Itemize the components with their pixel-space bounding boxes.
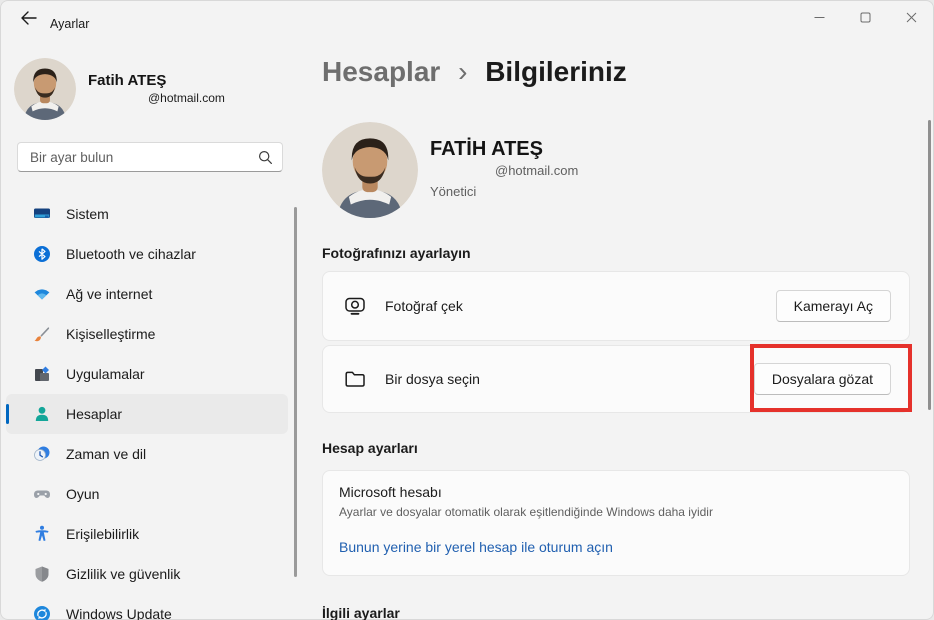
account-section-title: Hesap ayarları	[322, 440, 418, 456]
sidebar-item-label: Bluetooth ve cihazlar	[66, 246, 196, 262]
open-camera-button[interactable]: Kamerayı Aç	[776, 290, 891, 322]
take-photo-row: Fotoğraf çek Kamerayı Aç	[323, 272, 909, 340]
page-title: Bilgileriniz	[485, 56, 627, 87]
microsoft-account-card: Microsoft hesabı Ayarlar ve dosyalar oto…	[322, 470, 910, 576]
time-language-icon	[32, 444, 52, 464]
close-button[interactable]	[888, 0, 934, 34]
sidebar-item-ag-ve-internet[interactable]: Ağ ve internet	[6, 274, 288, 314]
breadcrumb-parent[interactable]: Hesaplar	[322, 56, 440, 87]
take-photo-card: Fotoğraf çek Kamerayı Aç	[322, 271, 910, 341]
profile-email: @hotmail.com	[495, 163, 578, 178]
selection-pill	[6, 404, 9, 424]
breadcrumb: Hesaplar › Bilgileriniz	[322, 56, 627, 88]
accounts-icon	[32, 404, 52, 424]
sidebar-item-label: Windows Update	[66, 606, 172, 620]
sidebar-user-avatar[interactable]	[14, 58, 76, 120]
settings-search	[17, 142, 283, 172]
choose-file-card: Bir dosya seçin Dosyalara gözat	[322, 345, 910, 413]
sidebar-item-oyun[interactable]: Oyun	[6, 474, 288, 514]
choose-file-row: Bir dosya seçin Dosyalara gözat	[323, 346, 909, 412]
sidebar-item-label: Sistem	[66, 206, 109, 222]
gaming-icon	[32, 484, 52, 504]
sidebar-item-bluetooth[interactable]: Bluetooth ve cihazlar	[6, 234, 288, 274]
sidebar-item-label: Kişiselleştirme	[66, 326, 155, 342]
microsoft-account-title: Microsoft hesabı	[339, 484, 442, 500]
profile-avatar	[322, 122, 418, 218]
sidebar-item-label: Zaman ve dil	[66, 446, 146, 462]
sidebar-scrollbar[interactable]	[294, 207, 297, 577]
sidebar-item-label: Ağ ve internet	[66, 286, 152, 302]
sidebar-item-gizlilik-ve-guvenlik[interactable]: Gizlilik ve güvenlik	[6, 554, 288, 594]
breadcrumb-separator-icon: ›	[458, 56, 467, 87]
back-button[interactable]	[12, 6, 44, 30]
sidebar-item-label: Uygulamalar	[66, 366, 145, 382]
sidebar-item-uygulamalar[interactable]: Uygulamalar	[6, 354, 288, 394]
bluetooth-icon	[32, 244, 52, 264]
sidebar-user-email: @hotmail.com	[148, 91, 225, 105]
microsoft-account-description: Ayarlar ve dosyalar otomatik olarak eşit…	[339, 505, 713, 519]
sidebar-item-label: Hesaplar	[66, 406, 122, 422]
windows-update-icon	[32, 604, 52, 620]
settings-nav: Sistem Bluetooth ve cihazlar Ağ ve inter…	[6, 194, 288, 620]
sidebar-item-windows-update[interactable]: Windows Update	[6, 594, 288, 620]
system-icon	[32, 204, 52, 224]
local-account-link[interactable]: Bunun yerine bir yerel hesap ile oturum …	[339, 539, 613, 555]
take-photo-label: Fotoğraf çek	[385, 298, 463, 314]
personalization-icon	[32, 324, 52, 344]
sidebar-item-sistem[interactable]: Sistem	[6, 194, 288, 234]
maximize-button[interactable]	[842, 0, 888, 34]
accessibility-icon	[32, 524, 52, 544]
search-icon	[258, 150, 273, 165]
profile-name: FATİH ATEŞ	[430, 138, 543, 161]
profile-role: Yönetici	[430, 184, 476, 199]
minimize-button[interactable]	[796, 0, 842, 34]
sidebar-item-erisilebilirlik[interactable]: Erişilebilirlik	[6, 514, 288, 554]
camera-icon	[343, 294, 367, 318]
window-controls	[796, 0, 934, 34]
apps-icon	[32, 364, 52, 384]
network-icon	[32, 284, 52, 304]
sidebar-item-zaman-ve-dil[interactable]: Zaman ve dil	[6, 434, 288, 474]
folder-icon	[343, 367, 367, 391]
photo-section-title: Fotoğrafınızı ayarlayın	[322, 245, 471, 261]
sidebar-item-kisisellestirme[interactable]: Kişiselleştirme	[6, 314, 288, 354]
sidebar-user-name: Fatih ATEŞ	[88, 72, 166, 89]
close-icon	[906, 12, 917, 23]
main-scrollbar[interactable]	[928, 120, 931, 410]
choose-file-label: Bir dosya seçin	[385, 371, 480, 387]
minimize-icon	[814, 12, 825, 23]
back-arrow-icon	[20, 11, 37, 25]
privacy-icon	[32, 564, 52, 584]
search-input[interactable]	[18, 143, 282, 171]
maximize-icon	[860, 12, 871, 23]
sidebar-item-hesaplar[interactable]: Hesaplar	[6, 394, 288, 434]
sidebar-item-label: Oyun	[66, 486, 99, 502]
window-title: Ayarlar	[50, 17, 89, 31]
user-photo	[14, 58, 76, 120]
user-photo-large	[322, 122, 418, 218]
settings-window: Ayarlar Fatih ATEŞ @hotmail.com	[0, 0, 934, 620]
related-section-title: İlgili ayarlar	[322, 605, 400, 620]
sidebar-item-label: Erişilebilirlik	[66, 526, 139, 542]
sidebar-item-label: Gizlilik ve güvenlik	[66, 566, 180, 582]
browse-files-button[interactable]: Dosyalara gözat	[754, 363, 891, 395]
